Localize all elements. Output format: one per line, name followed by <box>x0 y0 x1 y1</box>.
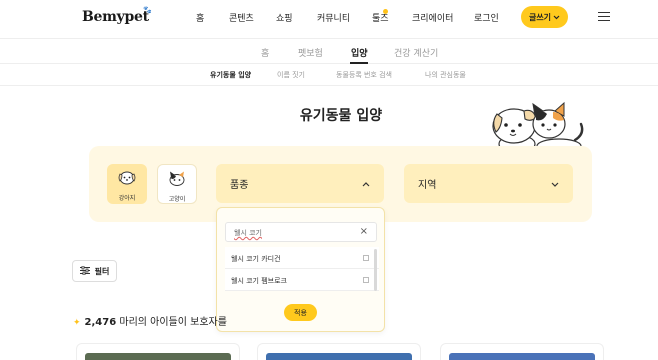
species-dog-button[interactable]: 강아지 <box>107 164 147 204</box>
dog-face-icon <box>118 170 136 189</box>
logo-text: Bemypet <box>82 9 149 25</box>
nav-item-shopping[interactable]: 쇼핑 <box>276 11 293 24</box>
breed-option-checkbox[interactable] <box>363 255 369 261</box>
hamburger-menu-icon[interactable] <box>598 12 610 21</box>
nav-item-creator[interactable]: 크리에이터 <box>412 11 453 24</box>
animal-card[interactable] <box>76 343 240 360</box>
breed-list-scrollbar[interactable] <box>374 249 377 291</box>
bemypet-logo[interactable]: Bemypet 🐾 <box>82 5 152 25</box>
breed-option[interactable]: 웰시 코기 카디건 <box>225 247 379 269</box>
animal-photo <box>449 353 595 360</box>
top-navigation: Bemypet 🐾 홈 콘텐츠 쇼핑 커뮤니티 툴즈 크리에이터 로그인 글쓰기 <box>0 0 658 38</box>
breed-dropdown-label: 품종 <box>230 180 249 191</box>
region-dropdown-label: 지역 <box>418 180 437 191</box>
species-dog-label: 강아지 <box>118 195 136 202</box>
sparkle-icon: ✦ <box>73 318 81 328</box>
animal-photo <box>85 353 231 360</box>
sub-tab-pet-insurance[interactable]: 펫보험 <box>298 46 323 59</box>
sub-tab-adoption[interactable]: 입양 <box>351 46 368 59</box>
chevron-down-icon <box>553 13 560 22</box>
breed-option[interactable]: 웰시 코기 펨브로크 <box>225 269 379 291</box>
chevron-down-icon <box>551 180 559 190</box>
new-badge-dot <box>383 9 388 14</box>
breed-dropdown[interactable]: 품종 <box>216 164 384 203</box>
third-tab-registration-search[interactable]: 동물등록 번호 검색 <box>336 70 392 80</box>
result-count-number: 2,476 <box>84 317 117 328</box>
chevron-up-icon <box>362 180 370 190</box>
breed-option-label: 웰시 코기 카디건 <box>231 255 281 263</box>
nav-item-home[interactable]: 홈 <box>196 11 204 24</box>
nav-item-contents[interactable]: 콘텐츠 <box>229 11 254 24</box>
breed-option-checkbox[interactable] <box>363 277 369 283</box>
sliders-icon <box>79 265 90 277</box>
sub-tab-health-calculator[interactable]: 건강 계산기 <box>394 46 438 59</box>
apply-button[interactable]: 적용 <box>284 304 317 321</box>
third-tab-shelter-adoption[interactable]: 유기동물 입양 <box>210 70 251 80</box>
third-tab-favorites[interactable]: 나의 관심동물 <box>425 70 466 80</box>
cat-face-icon <box>168 171 186 190</box>
filter-button-label: 필터 <box>94 266 110 276</box>
nav-item-community[interactable]: 커뮤니티 <box>317 11 350 24</box>
breed-option-label: 웰시 코기 펨브로크 <box>231 277 287 285</box>
breed-selection-popover: 웰시 코기 × 웰시 코기 카디건 웰시 코기 펨브로크 적용 <box>216 207 385 332</box>
filter-button[interactable]: 필터 <box>72 260 117 282</box>
species-cat-button[interactable]: 고양이 <box>157 164 197 204</box>
animal-card[interactable] <box>440 343 604 360</box>
result-count-text: 마리의 아이들이 보호자를 <box>119 317 227 328</box>
sub-tab-home[interactable]: 홈 <box>261 46 269 59</box>
region-dropdown[interactable]: 지역 <box>404 164 573 203</box>
breed-option-list: 웰시 코기 카디건 웰시 코기 펨브로크 <box>225 247 379 291</box>
adoption-sub-navigation: 유기동물 입양 이름 짓기 동물등록 번호 검색 나의 관심동물 <box>0 64 658 86</box>
write-button[interactable]: 글쓰기 <box>521 6 568 28</box>
species-cat-label: 고양이 <box>168 196 186 203</box>
third-tab-naming[interactable]: 이름 짓기 <box>277 70 305 80</box>
animal-photo <box>266 353 412 360</box>
clear-icon[interactable]: × <box>360 226 368 237</box>
paw-icon: 🐾 <box>143 5 152 14</box>
nav-item-login[interactable]: 로그인 <box>474 11 499 24</box>
sub-navigation: 홈 펫보험 입양 건강 계산기 <box>0 38 658 64</box>
breed-search-input[interactable]: 웰시 코기 × <box>225 222 377 242</box>
animal-card[interactable] <box>257 343 421 360</box>
write-button-label: 글쓰기 <box>528 12 552 22</box>
result-count: ✦ 2,476 마리의 아이들이 보호자를 <box>73 313 227 328</box>
breed-search-value: 웰시 코기 <box>234 229 262 237</box>
